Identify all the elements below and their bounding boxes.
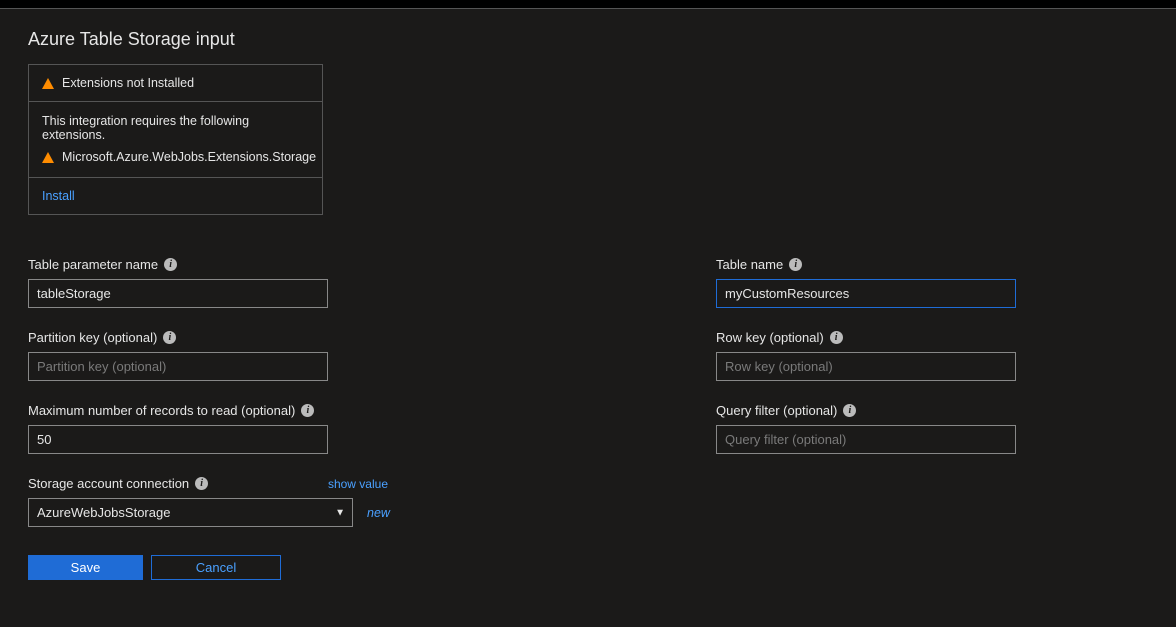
input-row-key[interactable] [716, 352, 1016, 381]
button-row: Save Cancel [28, 555, 388, 580]
input-max-records[interactable] [28, 425, 328, 454]
label-max-records: Maximum number of records to read (optio… [28, 403, 295, 418]
label-row-key: Row key (optional) [716, 330, 824, 345]
show-value-link[interactable]: show value [328, 477, 388, 491]
field-max-records: Maximum number of records to read (optio… [28, 403, 388, 454]
info-icon[interactable]: i [163, 331, 176, 344]
warning-icon [42, 152, 54, 163]
extension-item: Microsoft.Azure.WebJobs.Extensions.Stora… [62, 150, 316, 164]
label-table-name: Table name [716, 257, 783, 272]
info-icon[interactable]: i [195, 477, 208, 490]
page: Azure Table Storage input Extensions not… [0, 9, 1176, 627]
save-button[interactable]: Save [28, 555, 143, 580]
left-column: Table parameter name i Partition key (op… [28, 257, 388, 580]
field-partition-key: Partition key (optional) i [28, 330, 388, 381]
cancel-button[interactable]: Cancel [151, 555, 281, 580]
info-icon[interactable]: i [843, 404, 856, 417]
label-query-filter: Query filter (optional) [716, 403, 837, 418]
page-title: Azure Table Storage input [28, 29, 1148, 50]
info-icon[interactable]: i [789, 258, 802, 271]
field-table-parameter: Table parameter name i [28, 257, 388, 308]
extensions-body: This integration requires the following … [29, 102, 322, 178]
label-storage-connection: Storage account connection [28, 476, 189, 491]
new-connection-link[interactable]: new [367, 506, 390, 520]
field-row-key: Row key (optional) i [716, 330, 1016, 381]
extensions-description: This integration requires the following … [42, 114, 309, 142]
info-icon[interactable]: i [830, 331, 843, 344]
field-query-filter: Query filter (optional) i [716, 403, 1016, 454]
select-storage-connection[interactable]: AzureWebJobsStorage [28, 498, 353, 527]
input-table-parameter[interactable] [28, 279, 328, 308]
input-partition-key[interactable] [28, 352, 328, 381]
warning-icon [42, 78, 54, 89]
extensions-panel: Extensions not Installed This integratio… [28, 64, 323, 215]
input-query-filter[interactable] [716, 425, 1016, 454]
info-icon[interactable]: i [301, 404, 314, 417]
extensions-header: Extensions not Installed [62, 76, 194, 90]
install-link[interactable]: Install [42, 189, 75, 203]
extensions-header-row: Extensions not Installed [29, 65, 322, 102]
field-table-name: Table name i [716, 257, 1016, 308]
label-partition-key: Partition key (optional) [28, 330, 157, 345]
input-table-name[interactable] [716, 279, 1016, 308]
form-columns: Table parameter name i Partition key (op… [28, 257, 1148, 580]
extensions-install-row: Install [29, 178, 322, 214]
info-icon[interactable]: i [164, 258, 177, 271]
right-column: Table name i Row key (optional) i [716, 257, 1016, 580]
label-table-parameter: Table parameter name [28, 257, 158, 272]
field-storage-connection: Storage account connection i show value … [28, 476, 388, 527]
